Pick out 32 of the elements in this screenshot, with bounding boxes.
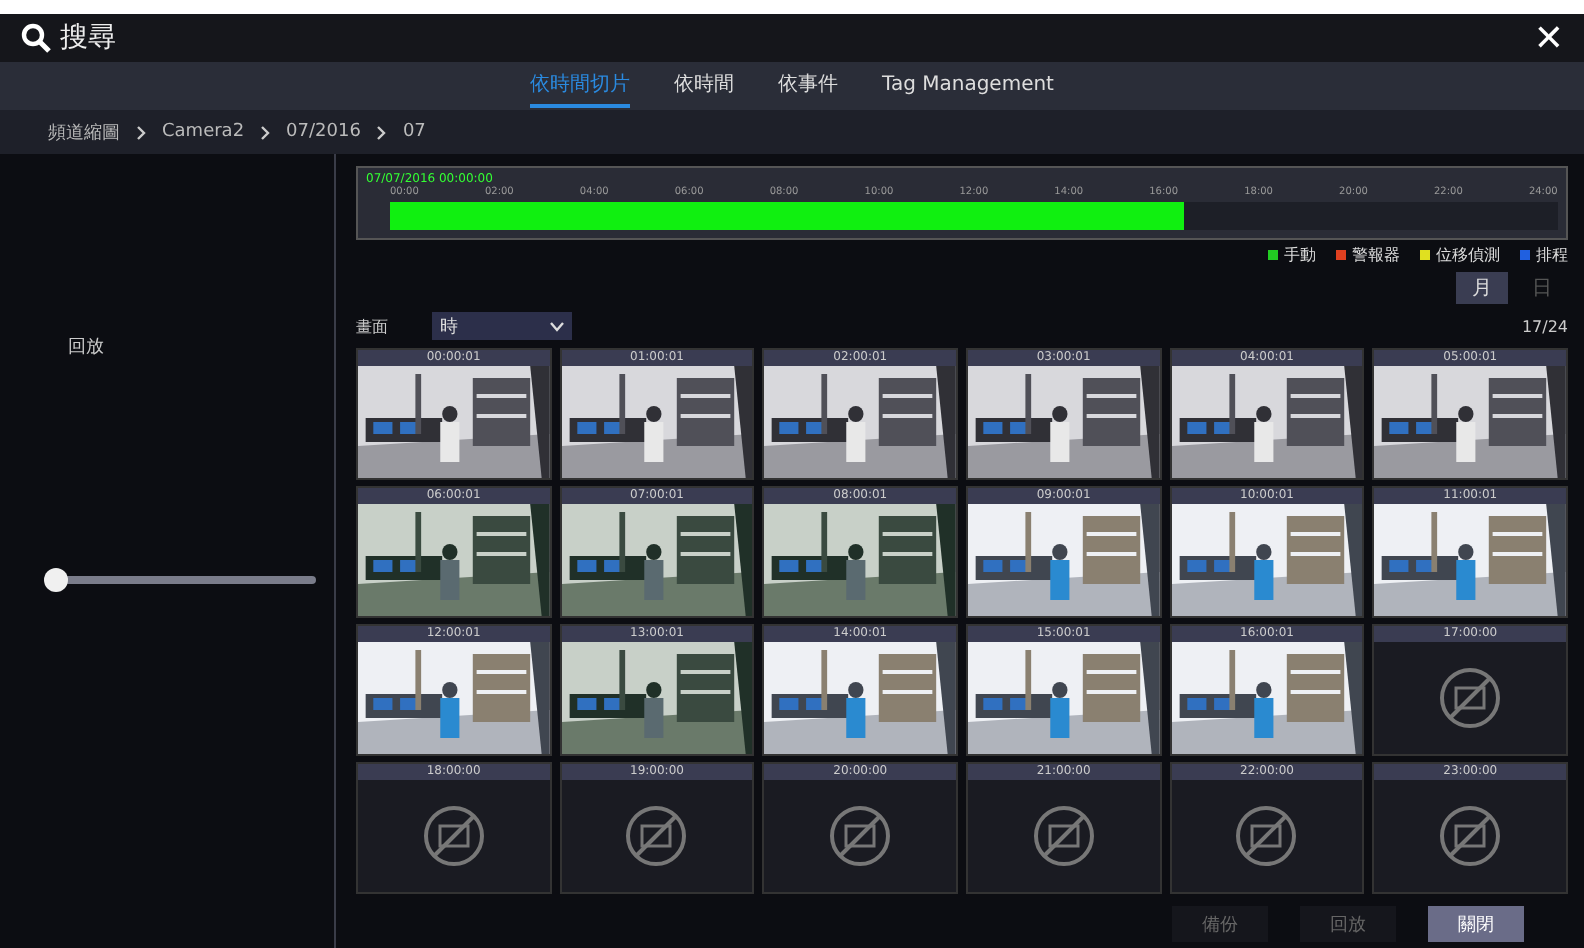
chevron-icon	[376, 125, 387, 139]
playback-label: 回放	[68, 335, 106, 360]
chevron-icon	[136, 125, 146, 139]
page-count: 17/24	[1521, 317, 1568, 335]
chevron-icon	[260, 125, 271, 139]
breadcrumb-item[interactable]: 07/2016	[286, 122, 361, 142]
playback-slider[interactable]	[44, 568, 316, 592]
chevron-down-icon	[550, 321, 564, 331]
no-image-icon	[1031, 804, 1096, 868]
no-image-icon	[1438, 804, 1503, 868]
view-label: 畫面	[356, 315, 388, 337]
legend-label: 位移偵測	[1436, 244, 1500, 266]
close-button[interactable]: ✕	[1533, 17, 1564, 59]
scale-button[interactable]: 月	[1456, 272, 1508, 304]
footer-button[interactable]: 關閉	[1428, 906, 1524, 942]
search-icon	[20, 22, 52, 54]
view-dropdown[interactable]: 時	[432, 312, 572, 340]
tab[interactable]: 依時間	[674, 64, 734, 108]
no-image-icon	[624, 804, 689, 868]
legend-label: 警報器	[1352, 244, 1400, 266]
no-image-icon	[421, 804, 486, 868]
no-image-icon	[828, 804, 893, 868]
legend-label: 排程	[1536, 244, 1568, 266]
no-image-icon	[1234, 804, 1299, 868]
breadcrumb-item[interactable]: Camera2	[162, 122, 245, 142]
window-title: 搜尋	[60, 20, 116, 56]
tab[interactable]: Tag Management	[882, 67, 1054, 105]
no-image-icon	[1438, 666, 1503, 730]
breadcrumb-item[interactable]: 頻道縮圖	[48, 119, 120, 145]
breadcrumb-item[interactable]: 07	[402, 122, 426, 142]
legend-label: 手動	[1284, 244, 1316, 266]
tab[interactable]: 依事件	[778, 64, 838, 108]
